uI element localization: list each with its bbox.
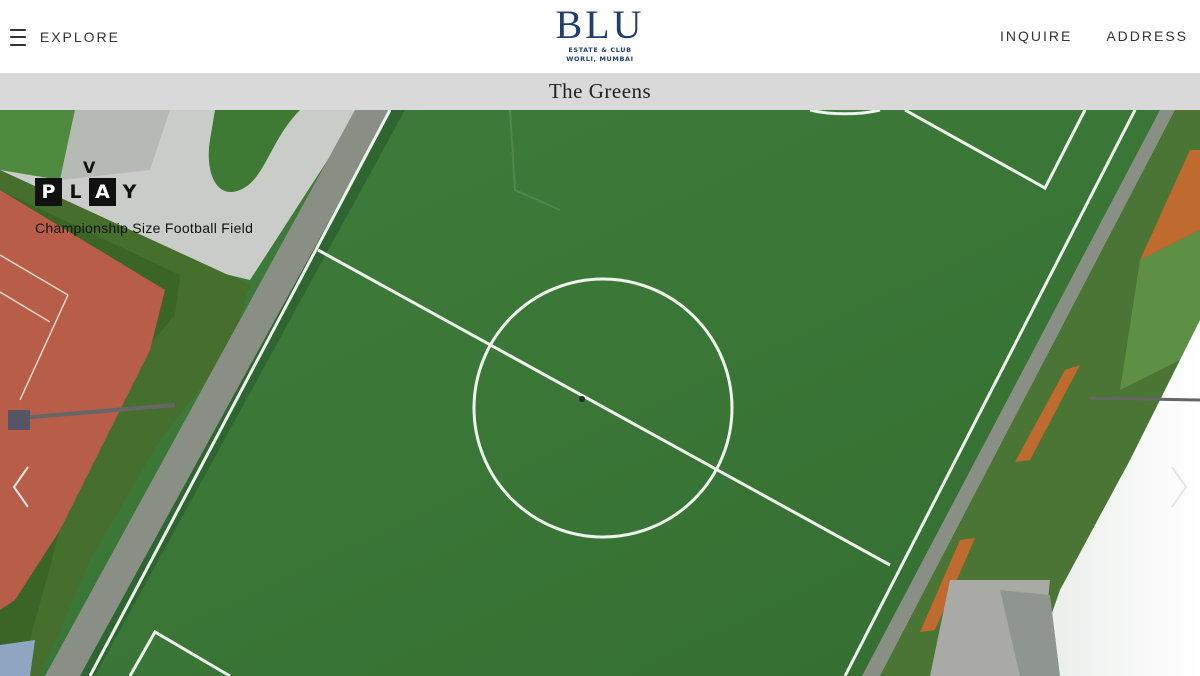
header-nav: INQUIRE ADDRESS [1000, 28, 1188, 44]
site-header: EXPLORE BLU ESTATE & CLUB WORLI, MUMBAI … [0, 0, 1200, 73]
play-letter-y: Y [122, 181, 137, 203]
section-title-bar: The Greens [0, 73, 1200, 110]
chevron-left-icon[interactable] [10, 465, 32, 509]
explore-menu-button[interactable]: EXPLORE [10, 26, 120, 48]
explore-label[interactable]: EXPLORE [40, 29, 120, 45]
site-logo[interactable]: BLU ESTATE & CLUB WORLI, MUMBAI [540, 4, 660, 64]
chevron-right-icon[interactable] [1168, 465, 1190, 509]
logo-subtitle-1: ESTATE & CLUB [568, 46, 632, 54]
section-title: The Greens [548, 79, 652, 103]
logo-subtitle-2: WORLI, MUMBAI [566, 55, 634, 63]
play-badge-top-letter: V [83, 158, 96, 177]
nav-inquire[interactable]: INQUIRE [1000, 28, 1072, 44]
play-badge-letters: P L A Y [35, 178, 143, 206]
hamburger-icon[interactable] [10, 28, 26, 46]
logo-wordmark: BLU [555, 2, 645, 47]
feature-overlay: V P L A Y Championship Size Football Fie… [35, 158, 253, 236]
play-letter-l: L [69, 181, 82, 203]
play-letter-a: A [89, 178, 116, 206]
previous-slide-button[interactable] [10, 465, 32, 509]
play-badge: V P L A Y [35, 158, 145, 208]
feature-caption: Championship Size Football Field [35, 220, 254, 236]
nav-address[interactable]: ADDRESS [1106, 28, 1188, 44]
play-letter-p: P [35, 178, 62, 206]
next-slide-button[interactable] [1168, 465, 1190, 509]
